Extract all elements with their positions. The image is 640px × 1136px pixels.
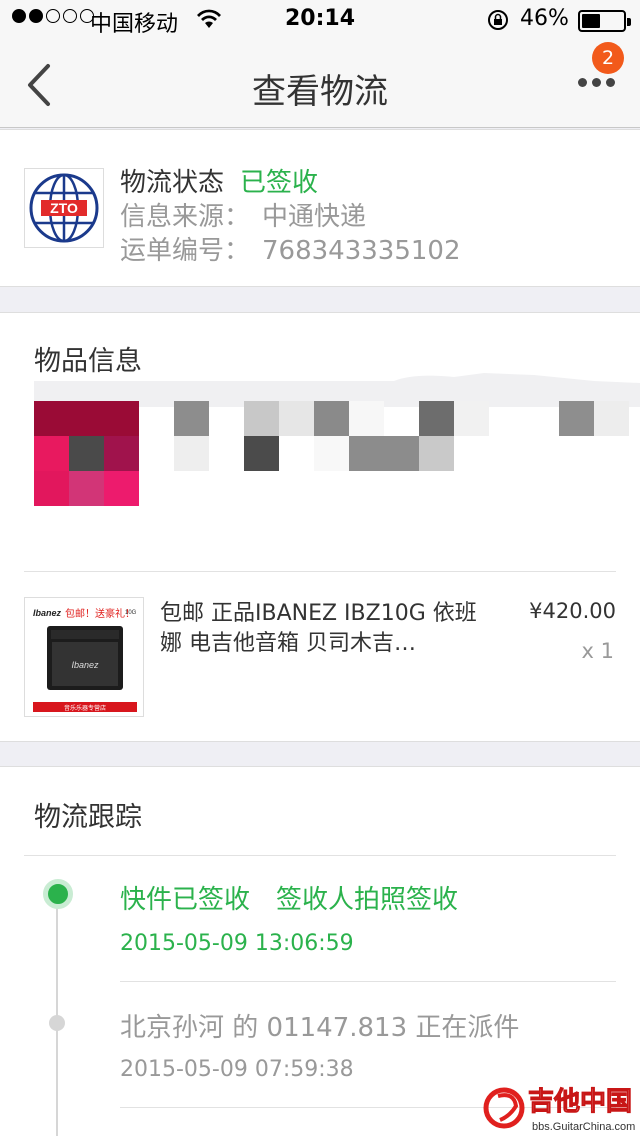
svg-text:Ibanez: Ibanez xyxy=(33,608,62,618)
zto-logo: ZTO xyxy=(24,168,104,248)
tracking-section-title: 物流跟踪 xyxy=(34,802,142,833)
more-dots-icon xyxy=(578,78,615,87)
product-thumbnail[interactable]: Ibanez 包邮！送豪礼！ 10G Ibanez 音乐乐器专营店 xyxy=(24,597,144,717)
more-button[interactable]: 2 xyxy=(570,42,626,110)
track-event-text: 北京孙河 的 01147.813 正在派件 xyxy=(120,1013,520,1043)
status-value: 已签收 xyxy=(240,168,319,198)
status-bar: 中国移动 20:14 46% xyxy=(0,0,640,40)
source-value: 中通快递 xyxy=(262,202,367,232)
track-event-divider xyxy=(120,981,616,982)
track-event-time: 2015-05-09 07:59:38 xyxy=(120,1057,354,1082)
product-title[interactable]: 包邮 正品IBANEZ IBZ10G 依班娜 电吉他音箱 贝司木吉… xyxy=(160,599,490,659)
svg-text:Ibanez: Ibanez xyxy=(71,660,99,670)
goods-info-panel: 物品信息 Ibanez 包邮！送豪礼！ 10G Ibanez 音乐乐器专营店 包… xyxy=(0,312,640,742)
goods-divider xyxy=(24,571,616,572)
logistics-status-panel: ZTO 物流状态 已签收 信息来源： 中通快递 运单编号： 768343335102 xyxy=(0,129,640,287)
top-bar: 中国移动 20:14 46% 查看物流 2 xyxy=(0,0,640,128)
notification-badge: 2 xyxy=(592,42,624,74)
battery-icon xyxy=(578,10,631,32)
redacted-pixelation xyxy=(34,401,634,507)
svg-text:音乐乐器专营店: 音乐乐器专营店 xyxy=(64,704,106,712)
battery-percent: 46% xyxy=(520,6,569,31)
product-quantity: x 1 xyxy=(581,639,614,663)
svg-text:ZTO: ZTO xyxy=(50,200,78,216)
waybill-value[interactable]: 768343335102 xyxy=(262,236,461,266)
rotation-lock-icon xyxy=(486,8,510,38)
svg-text:10G: 10G xyxy=(125,610,137,616)
tracking-divider xyxy=(24,855,616,856)
svg-text:bbs.GuitarChina.com: bbs.GuitarChina.com xyxy=(532,1121,635,1133)
source-label: 信息来源： xyxy=(120,202,251,232)
waybill-label: 运单编号： xyxy=(120,236,251,266)
track-event-text: 快件已签收 签收人拍照签收 xyxy=(120,885,459,915)
page-title: 查看物流 xyxy=(252,72,388,112)
timeline-node-active xyxy=(43,879,73,909)
tracking-panel: 物流跟踪 快件已签收 签收人拍照签收 2015-05-09 13:06:59 北… xyxy=(0,766,640,1136)
svg-text:吉他中国: 吉他中国 xyxy=(528,1087,632,1117)
timeline-node xyxy=(49,1015,65,1031)
guitarchina-watermark: 吉他中国 bbs.GuitarChina.com xyxy=(480,1082,640,1136)
track-event-time: 2015-05-09 13:06:59 xyxy=(120,931,354,956)
status-label: 物流状态 xyxy=(120,168,225,198)
product-price: ¥420.00 xyxy=(529,599,616,623)
